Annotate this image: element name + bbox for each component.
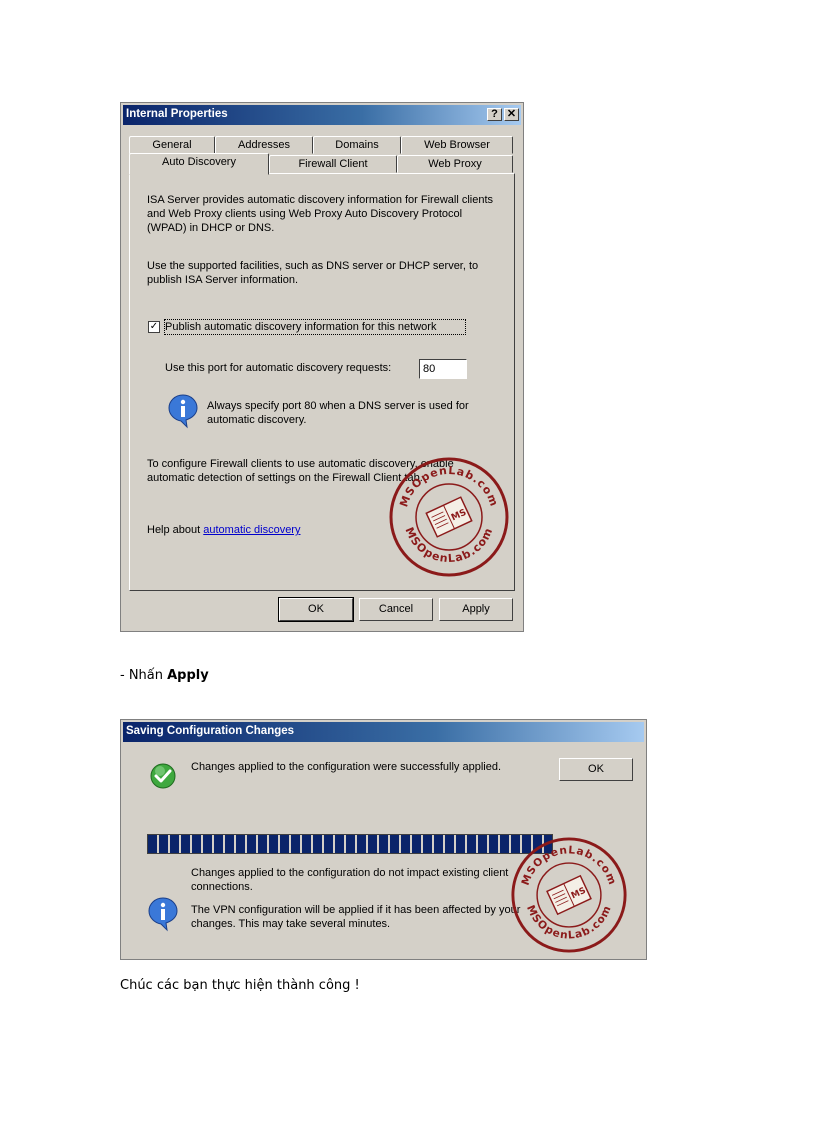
dialog-title: Internal Properties <box>126 108 228 120</box>
tab-firewall-client[interactable]: Firewall Client <box>269 155 397 173</box>
dialog2-title: Saving Configuration Changes <box>126 725 295 737</box>
ok-button-2[interactable]: OK <box>559 758 633 781</box>
dialog2-title-bar[interactable]: Saving Configuration Changes <box>123 722 644 742</box>
info-icon-2 <box>148 897 178 932</box>
tab-general[interactable]: General <box>129 136 215 154</box>
tab-web-browser[interactable]: Web Browser <box>401 136 513 154</box>
tab-auto-discovery[interactable]: Auto Discovery <box>129 153 269 175</box>
apply-button[interactable]: Apply <box>439 598 513 621</box>
impact-text: Changes applied to the configuration do … <box>191 867 509 893</box>
close-button[interactable]: ✕ <box>504 108 519 121</box>
intro-paragraph: ISA Server provides automatic discovery … <box>147 194 494 234</box>
closing-caption: Chúc các bạn thực hiện thành công ! <box>120 978 360 993</box>
watermark-stamp-logo-2: MSOpenLab.com MSOpenLab.com MS <box>511 837 627 953</box>
vpn-text: The VPN configuration will be applied if… <box>191 904 521 930</box>
cancel-button[interactable]: Cancel <box>359 598 433 621</box>
info-text: Always specify port 80 when a DNS server… <box>207 400 469 426</box>
success-text: Changes applied to the configuration wer… <box>191 761 502 773</box>
publish-checkbox-label[interactable]: Publish automatic discovery information … <box>164 319 466 335</box>
watermark-stamp-logo: MSOpenLab.com MSOpenLab.com MS <box>389 457 509 577</box>
help-line: Help about automatic discovery <box>147 523 387 537</box>
help-prefix: Help about <box>147 524 204 536</box>
automatic-discovery-link[interactable]: automatic discovery <box>203 524 300 536</box>
port-label: Use this port for automatic discovery re… <box>165 362 392 374</box>
ok-button[interactable]: OK <box>278 597 354 622</box>
tab-domains[interactable]: Domains <box>313 136 401 154</box>
tab-addresses[interactable]: Addresses <box>215 136 313 154</box>
progress-bar <box>147 834 553 854</box>
help-button[interactable]: ? <box>487 108 502 121</box>
caption-apply: - Nhấn Apply <box>120 668 209 683</box>
publish-checkbox[interactable]: ✓ <box>148 321 160 333</box>
caption-bold: Apply <box>167 668 209 683</box>
tab-web-proxy[interactable]: Web Proxy <box>397 155 513 173</box>
caption-prefix: - Nhấn <box>120 668 168 683</box>
info-icon <box>168 394 198 429</box>
publish-paragraph: Use the supported facilities, such as DN… <box>147 260 479 286</box>
port-input[interactable]: 80 <box>419 359 467 379</box>
progress-fill <box>148 835 552 853</box>
dialog-title-bar[interactable]: Internal Properties ? ✕ <box>123 105 521 125</box>
success-check-icon <box>150 763 176 789</box>
